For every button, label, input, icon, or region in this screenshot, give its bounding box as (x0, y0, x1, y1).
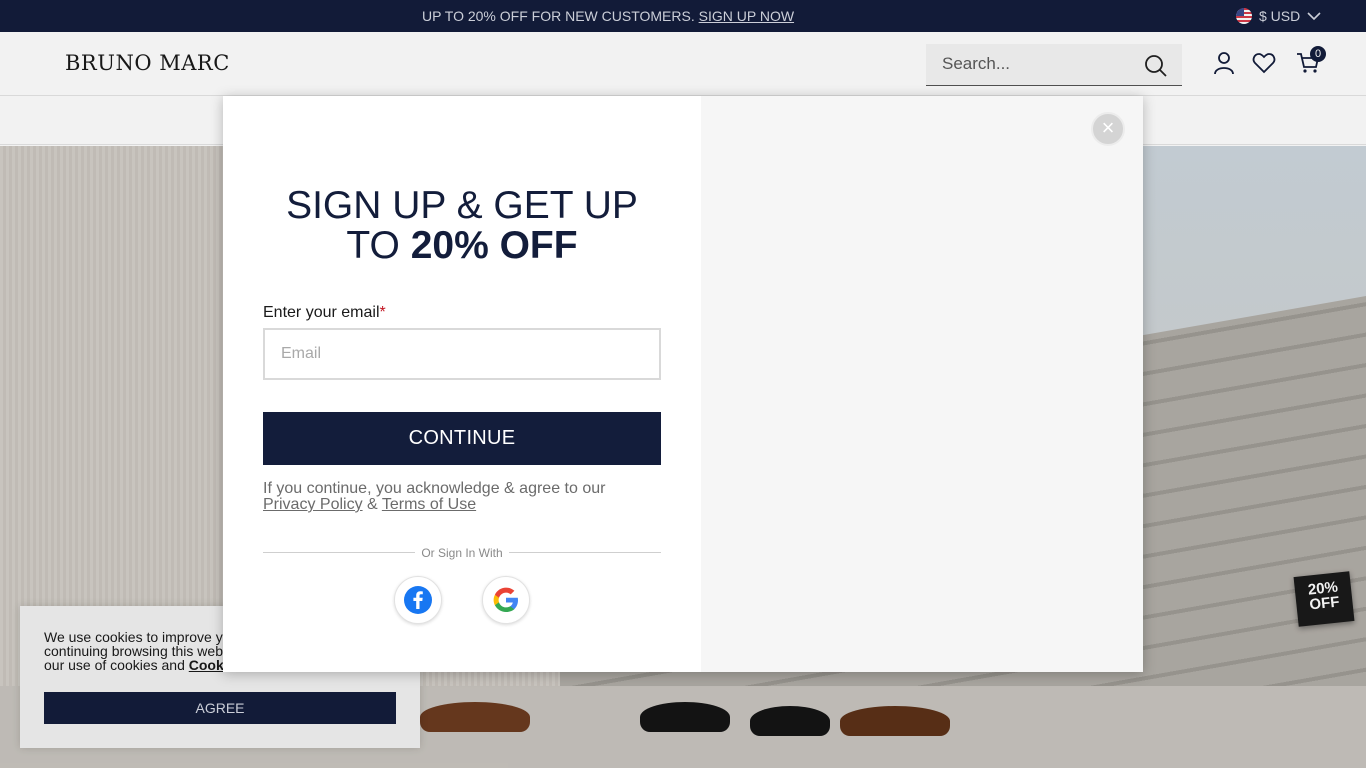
signup-modal: × SIGN UP & GET UP TO 20% OFF Enter your… (223, 96, 1143, 672)
close-button[interactable]: × (1091, 112, 1125, 146)
facebook-icon (404, 586, 432, 614)
divider-text: Or Sign In With (415, 546, 509, 560)
legal-ampersand: & (362, 496, 382, 513)
legal-text: If you continue, you acknowledge & agree… (263, 480, 606, 497)
modal-image-panel (701, 96, 1143, 672)
headline-prefix: TO (346, 224, 411, 267)
social-divider: Or Sign In With (223, 546, 701, 560)
email-label-text: Enter your email (263, 304, 380, 321)
facebook-signin-button[interactable] (394, 576, 442, 624)
email-label: Enter your email* (263, 304, 386, 322)
legal-links: Privacy Policy & Terms of Use (263, 497, 661, 513)
continue-button[interactable]: CONTINUE (263, 412, 661, 465)
privacy-policy-link[interactable]: Privacy Policy (263, 496, 363, 513)
legal-notice: If you continue, you acknowledge & agree… (263, 481, 661, 513)
headline-line1: SIGN UP & GET UP (286, 184, 638, 227)
email-input[interactable] (263, 328, 661, 380)
required-mark: * (379, 304, 386, 321)
modal-headline: SIGN UP & GET UP TO 20% OFF (263, 186, 661, 266)
terms-of-use-link[interactable]: Terms of Use (382, 496, 476, 513)
google-icon (493, 587, 518, 612)
google-signin-button[interactable] (482, 576, 530, 624)
headline-line2: TO 20% OFF (263, 226, 661, 266)
headline-discount: 20% OFF (410, 224, 578, 267)
